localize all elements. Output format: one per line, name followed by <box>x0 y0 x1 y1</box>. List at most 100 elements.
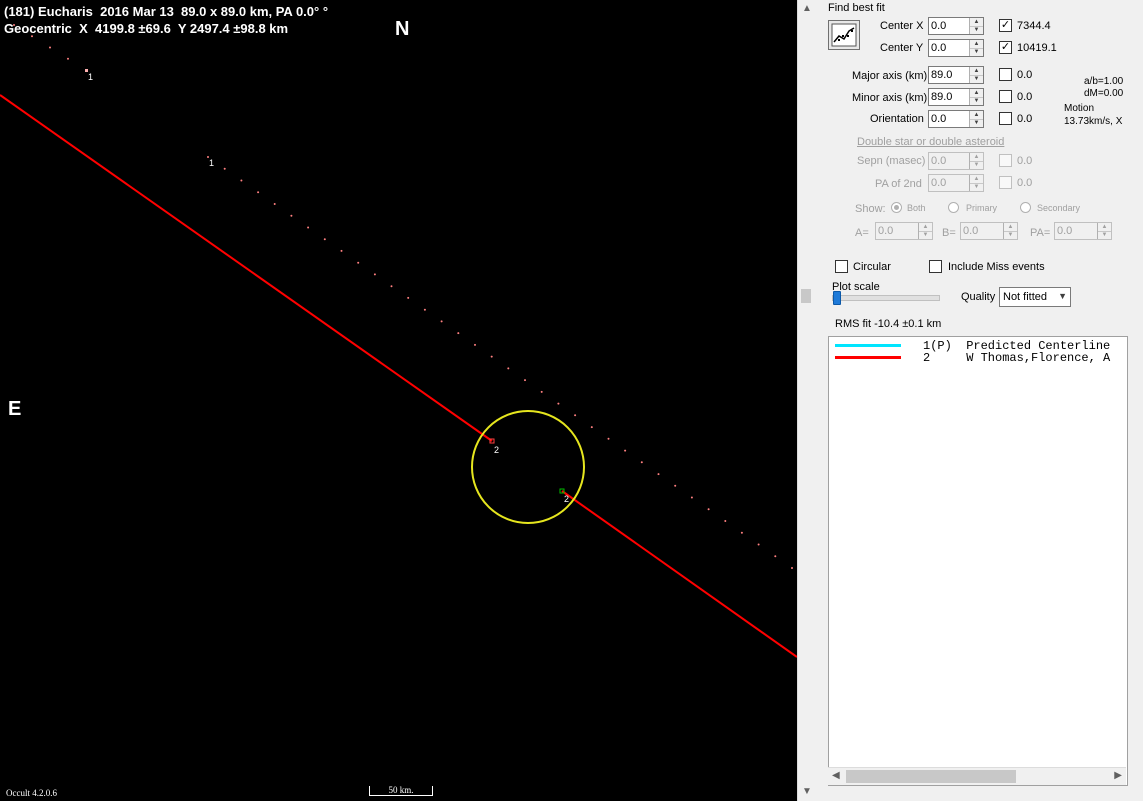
plot-title-line1: (181) Eucharis 2016 Mar 13 89.0 x 89.0 k… <box>4 4 329 19</box>
path-dot <box>774 555 777 558</box>
radio-both[interactable] <box>891 202 902 213</box>
legend-text: 2 W Thomas,Florence, A <box>923 351 1111 365</box>
orientation-spinner[interactable]: 0.0 ▲ ▼ <box>928 110 984 128</box>
spin-down-icon[interactable]: ▼ <box>1098 231 1111 239</box>
orientation-check-value: 0.0 <box>1017 113 1033 125</box>
path-dot <box>674 484 677 487</box>
sepn-spinner[interactable]: 0.0 ▲ ▼ <box>928 152 984 170</box>
center-x-checkbox[interactable]: ✓ <box>999 19 1012 32</box>
circular-checkbox[interactable] <box>835 260 848 273</box>
spin-down-icon[interactable]: ▼ <box>970 97 983 105</box>
center-x-value: 0.0 <box>931 20 947 32</box>
path-dot <box>257 191 260 194</box>
b-spinner[interactable]: 0.0 ▲ ▼ <box>960 222 1018 240</box>
radio-primary-label: Primary <box>966 203 997 213</box>
chord-2-line-before <box>0 94 493 442</box>
orientation-label: Orientation <box>870 113 924 125</box>
quality-select[interactable]: Not fitted ▼ <box>999 287 1071 307</box>
motion-value: 13.73km/s, X <box>1064 116 1123 127</box>
minor-axis-spinner[interactable]: 89.0 ▲ ▼ <box>928 88 984 106</box>
path-dot <box>624 449 627 452</box>
spin-down-icon[interactable]: ▼ <box>919 231 932 239</box>
radio-primary[interactable] <box>948 202 959 213</box>
slider-knob[interactable] <box>833 291 841 305</box>
path-dot <box>590 426 593 429</box>
legend-horizontal-scrollbar[interactable]: ◀ ▶ <box>828 767 1126 785</box>
path-dot <box>357 261 360 264</box>
legend-list[interactable]: 1(P) Predicted Centerline 2 W Thomas,Flo… <box>828 336 1128 786</box>
sepn-label: Sepn (masec) <box>857 155 926 167</box>
chord-2-line-after <box>561 490 797 658</box>
path-dot <box>557 402 560 405</box>
plot-title-line2: Geocentric X 4199.8 ±69.6 Y 2497.4 ±98.8… <box>4 21 289 36</box>
plot-scale-slider[interactable] <box>832 291 940 305</box>
path-dot <box>524 379 526 382</box>
path-dot <box>474 343 476 346</box>
spin-down-icon[interactable]: ▼ <box>1004 231 1017 239</box>
include-miss-checkbox[interactable] <box>929 260 942 273</box>
chord-label-2b: 2 <box>564 494 569 504</box>
chord-label-1b: 1 <box>209 158 214 168</box>
major-axis-checkbox[interactable] <box>999 68 1012 81</box>
scroll-up-icon[interactable]: ▲ <box>802 3 812 14</box>
spin-down-icon[interactable]: ▼ <box>970 161 983 169</box>
minor-axis-label: Minor axis (km) <box>852 92 928 104</box>
spin-down-icon[interactable]: ▼ <box>970 26 983 34</box>
major-axis-value: 89.0 <box>931 69 953 81</box>
path-dot <box>290 214 293 217</box>
orientation-checkbox[interactable] <box>999 112 1012 125</box>
a-value: 0.0 <box>878 225 894 237</box>
spin-down-icon[interactable]: ▼ <box>970 183 983 191</box>
path-dot <box>340 249 343 252</box>
path-dot <box>507 367 510 370</box>
radio-secondary[interactable] <box>1020 202 1031 213</box>
minor-axis-checkbox[interactable] <box>999 90 1012 103</box>
orientation-value: 0.0 <box>931 113 947 125</box>
scrollbar-thumb[interactable] <box>846 770 1016 783</box>
pa-spinner[interactable]: 0.0 ▲ ▼ <box>1054 222 1112 240</box>
spin-down-icon[interactable]: ▼ <box>970 75 983 83</box>
north-label: N <box>395 18 410 40</box>
pa2nd-spinner[interactable]: 0.0 ▲ ▼ <box>928 174 984 192</box>
scrollbar-thumb[interactable] <box>801 289 811 303</box>
ab-ratio: a/b=1.00 <box>1084 76 1124 87</box>
pa-label: PA= <box>1030 227 1051 239</box>
scroll-down-icon[interactable]: ▼ <box>802 786 812 797</box>
asteroid-profile-ellipse <box>471 410 585 524</box>
legend-row[interactable]: 1(P) Predicted Centerline <box>829 339 1127 353</box>
spin-down-icon[interactable]: ▼ <box>970 119 983 127</box>
path-dot <box>740 531 743 534</box>
path-dot <box>657 473 660 476</box>
pa2nd-checkbox[interactable] <box>999 176 1012 189</box>
path-dot <box>574 414 577 417</box>
pa-value: 0.0 <box>1057 225 1073 237</box>
scroll-left-icon[interactable]: ◀ <box>832 770 840 781</box>
path-dot <box>240 179 243 182</box>
sepn-value: 0.0 <box>931 155 947 167</box>
legend-row[interactable]: 2 W Thomas,Florence, A <box>829 351 1127 365</box>
sepn-checkbox[interactable] <box>999 154 1012 167</box>
center-x-spinner[interactable]: 0.0 ▲ ▼ <box>928 17 984 35</box>
minor-axis-check-value: 0.0 <box>1017 91 1033 103</box>
a-spinner[interactable]: 0.0 ▲ ▼ <box>875 222 933 240</box>
show-label: Show: <box>855 203 886 215</box>
version-label: Occult 4.2.0.6 <box>6 788 57 798</box>
center-y-checkbox[interactable]: ✓ <box>999 41 1012 54</box>
path-dot <box>67 57 69 60</box>
center-y-spinner[interactable]: 0.0 ▲ ▼ <box>928 39 984 57</box>
circular-label: Circular <box>853 261 891 273</box>
quality-label: Quality <box>961 291 996 303</box>
spin-down-icon[interactable]: ▼ <box>970 48 983 56</box>
a-label: A= <box>855 227 869 239</box>
path-dot <box>607 437 610 440</box>
scroll-right-icon[interactable]: ▶ <box>1114 770 1122 781</box>
path-dot <box>457 332 460 335</box>
major-axis-spinner[interactable]: 89.0 ▲ ▼ <box>928 66 984 84</box>
chord-label-2a: 2 <box>494 445 499 455</box>
vertical-scrollbar[interactable]: ▲ ▼ <box>797 0 815 801</box>
double-star-link[interactable]: Double star or double asteroid <box>857 136 1004 148</box>
plot-area[interactable]: 1 1 2 2 (181) Eucharis 2016 Mar 13 89.0 … <box>0 0 797 801</box>
find-best-fit-button[interactable] <box>828 20 860 50</box>
path-dot <box>223 167 226 170</box>
radio-both-label: Both <box>907 203 926 213</box>
